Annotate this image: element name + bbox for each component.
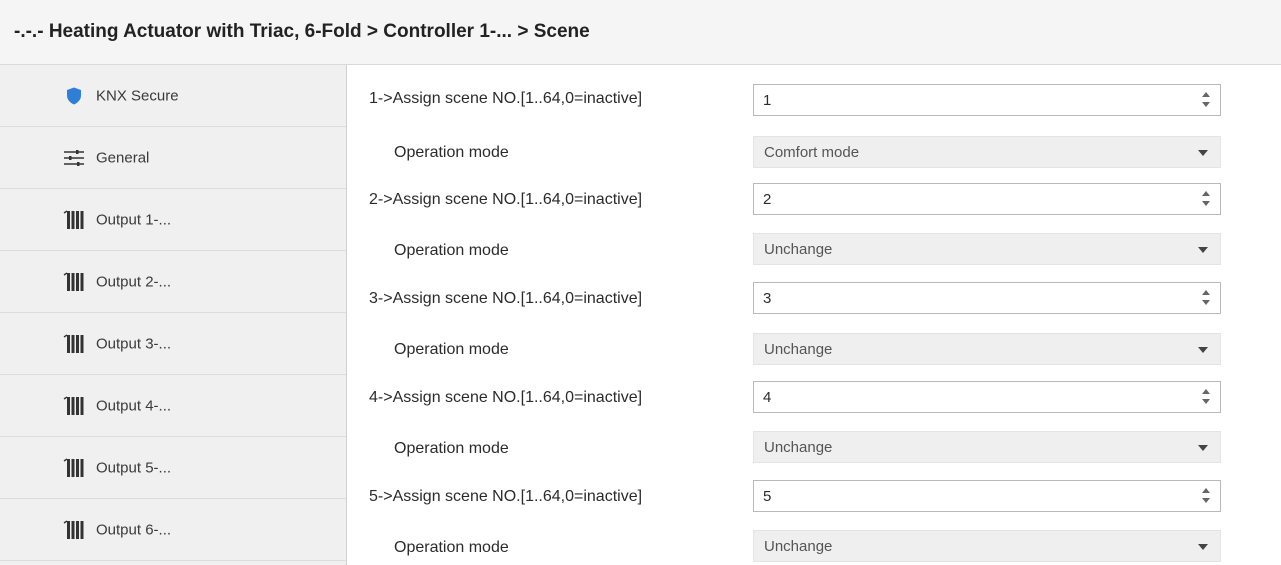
sidebar-item-label: General	[96, 149, 150, 166]
sidebar-item-label: Output 2-...	[96, 273, 172, 290]
sidebar-splitter[interactable]	[346, 65, 356, 565]
sidebar-item-output-1[interactable]: Output 1-...	[0, 189, 346, 251]
sidebar: KNX Secure General Output 1-... Output 2…	[0, 65, 346, 565]
sliders-icon	[62, 147, 86, 169]
scene-2-label: 2->Assign scene NO.[1..64,0=inactive]	[369, 191, 643, 208]
scene-4-mode-label: Operation mode	[394, 440, 509, 457]
breadcrumb: -.-.- Heating Actuator with Triac, 6-Fol…	[14, 21, 590, 42]
scene-3-number-field[interactable]	[754, 283, 1194, 313]
spinner-arrows-icon[interactable]	[1202, 91, 1212, 109]
scene-4-number-input[interactable]	[753, 381, 1221, 413]
spinner-arrows-icon[interactable]	[1202, 289, 1212, 307]
scene-1-mode-select[interactable]: Comfort mode	[753, 136, 1221, 168]
scene-3-mode-select[interactable]: Unchange	[753, 333, 1221, 365]
radiator-icon	[62, 209, 86, 231]
chevron-down-icon	[1198, 347, 1208, 353]
title-bar: -.-.- Heating Actuator with Triac, 6-Fol…	[0, 0, 1281, 65]
spinner-arrows-icon[interactable]	[1202, 487, 1212, 505]
scene-2-number-field[interactable]	[754, 184, 1194, 214]
scene-1-mode-label: Operation mode	[394, 144, 509, 161]
sidebar-item-output-3[interactable]: Output 3-...	[0, 313, 346, 375]
scene-4-mode-select[interactable]: Unchange	[753, 431, 1221, 463]
radiator-icon	[62, 333, 86, 355]
scene-2-mode-value: Unchange	[764, 241, 833, 258]
scene-5-label: 5->Assign scene NO.[1..64,0=inactive]	[369, 488, 643, 505]
scene-4-mode-value: Unchange	[764, 439, 833, 456]
sidebar-item-label: Output 1-...	[96, 211, 172, 228]
sidebar-item-knx-secure[interactable]: KNX Secure	[0, 65, 346, 127]
sidebar-item-output-4[interactable]: Output 4-...	[0, 375, 346, 437]
scene-4-label: 4->Assign scene NO.[1..64,0=inactive]	[369, 389, 643, 406]
scene-2-mode-select[interactable]: Unchange	[753, 233, 1221, 265]
spinner-arrows-icon[interactable]	[1202, 388, 1212, 406]
scene-4-number-field[interactable]	[754, 382, 1194, 412]
scene-5-mode-select[interactable]: Unchange	[753, 530, 1221, 562]
chevron-down-icon	[1198, 544, 1208, 550]
sidebar-item-output-2[interactable]: Output 2-...	[0, 251, 346, 313]
radiator-icon	[62, 457, 86, 479]
chevron-down-icon	[1198, 445, 1208, 451]
sidebar-item-label: Output 6-...	[96, 521, 172, 538]
sidebar-item-label: KNX Secure	[96, 87, 179, 104]
sidebar-item-label: Output 4-...	[96, 397, 172, 414]
scene-3-label: 3->Assign scene NO.[1..64,0=inactive]	[369, 290, 643, 307]
scene-5-mode-value: Unchange	[764, 538, 833, 555]
chevron-down-icon	[1198, 247, 1208, 253]
scene-2-number-input[interactable]	[753, 183, 1221, 215]
sidebar-item-output-6[interactable]: Output 6-...	[0, 499, 346, 561]
sidebar-item-label: Output 3-...	[96, 335, 172, 352]
scene-3-number-input[interactable]	[753, 282, 1221, 314]
scene-1-label: 1->Assign scene NO.[1..64,0=inactive]	[369, 90, 643, 107]
scene-5-mode-label: Operation mode	[394, 539, 509, 556]
sidebar-item-output-5[interactable]: Output 5-...	[0, 437, 346, 499]
scene-2-mode-label: Operation mode	[394, 242, 509, 259]
radiator-icon	[62, 395, 86, 417]
radiator-icon	[62, 519, 86, 541]
scene-5-number-field[interactable]	[754, 481, 1194, 511]
shield-icon	[62, 85, 86, 107]
scene-5-number-input[interactable]	[753, 480, 1221, 512]
scene-1-number-input[interactable]	[753, 84, 1221, 116]
scene-1-number-field[interactable]	[754, 85, 1194, 115]
scene-1-mode-value: Comfort mode	[764, 144, 860, 161]
scene-3-mode-value: Unchange	[764, 341, 833, 358]
sidebar-item-label: Output 5-...	[96, 459, 172, 476]
spinner-arrows-icon[interactable]	[1202, 190, 1212, 208]
scene-3-mode-label: Operation mode	[394, 341, 509, 358]
sidebar-item-general[interactable]: General	[0, 127, 346, 189]
radiator-icon	[62, 271, 86, 293]
parameter-panel: 1->Assign scene NO.[1..64,0=inactive] Op…	[357, 65, 1281, 565]
chevron-down-icon	[1198, 150, 1208, 156]
